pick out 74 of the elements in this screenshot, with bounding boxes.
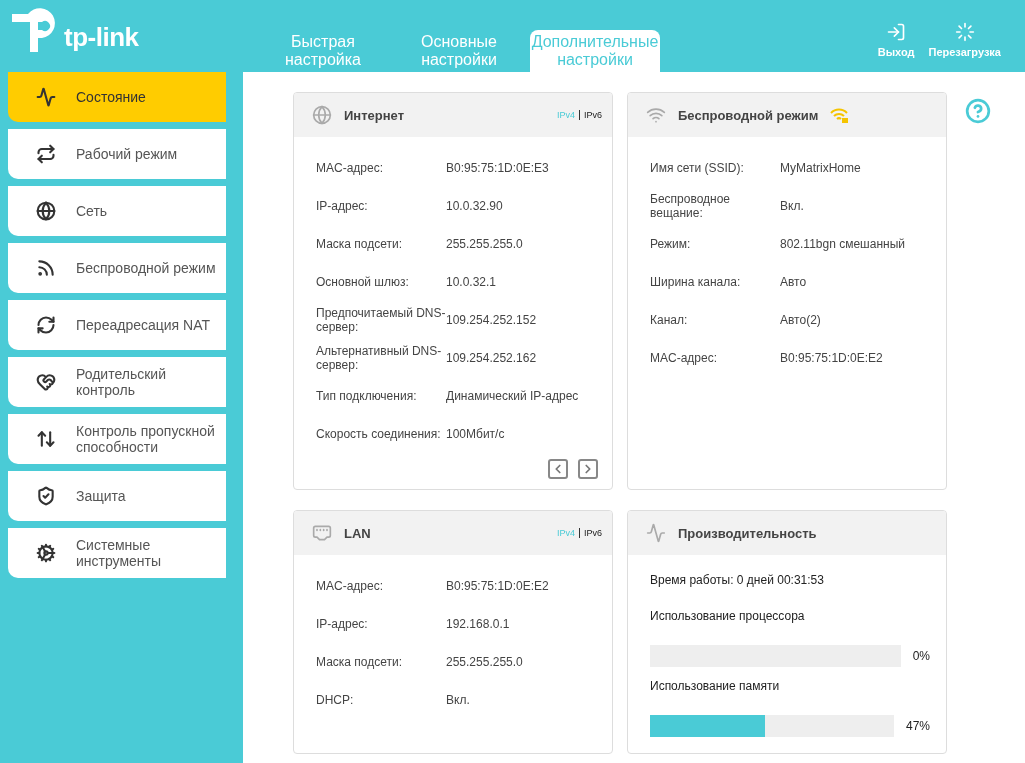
shield-check-icon <box>36 486 56 506</box>
field-value: 255.255.255.0 <box>446 237 523 251</box>
field-value: Вкл. <box>780 199 804 213</box>
ip-version-link[interactable]: IPv6 <box>584 528 602 538</box>
field-value: 100Мбит/с <box>446 427 505 441</box>
card-title: Беспроводной режим <box>678 107 819 123</box>
next-button[interactable] <box>578 459 598 479</box>
field-label: Ширина канала: <box>650 275 742 289</box>
field-label: Имя сети (SSID): <box>650 161 745 175</box>
field-value: 192.168.0.1 <box>446 617 510 631</box>
usage-reading: 0% <box>912 649 930 663</box>
field-value: B0:95:75:1D:0E:E3 <box>446 161 549 175</box>
field-label: DHCP: <box>316 693 355 707</box>
port-icon <box>312 523 332 543</box>
usage-reading: 47% <box>905 719 930 733</box>
field-label: IP-адрес: <box>316 617 369 631</box>
field-value: 255.255.255.0 <box>446 655 523 669</box>
field-label: IP-адрес: <box>316 199 369 213</box>
arrows-up-down-icon <box>36 429 56 449</box>
ip-version-link[interactable]: IPv6 <box>584 110 602 120</box>
field-label: Канал: <box>650 313 689 327</box>
logo-text: tp-link <box>64 22 139 53</box>
field-label: Альтернативный DNS-сервер: <box>316 344 443 372</box>
field-value: 10.0.32.90 <box>446 199 503 213</box>
sidebar-item[interactable]: Родительский контроль <box>8 357 226 407</box>
exit-icon <box>886 22 907 42</box>
field-label: Маска подсети: <box>316 237 404 251</box>
sidebar-item[interactable]: Беспроводной режим <box>8 243 226 293</box>
card-title: Производительность <box>678 525 817 541</box>
sidebar-item[interactable]: Переадресация NAT <box>8 300 226 350</box>
field-label: Беспроводное вещание: <box>650 192 732 220</box>
sidebar-item[interactable]: Сеть <box>8 186 226 236</box>
field-label: Предпочитаемый DNS-сервер: <box>316 306 446 334</box>
meter-label: Использование процессора <box>650 609 806 623</box>
globe-icon <box>36 201 56 221</box>
sidebar-item[interactable]: Состояние <box>8 72 226 122</box>
field-value: Авто(2) <box>780 313 821 327</box>
field-value: B0:95:75:1D:0E:E2 <box>780 351 883 365</box>
spinner-icon <box>954 22 975 42</box>
field-label: MAC-адрес: <box>316 161 385 175</box>
field-label: Основной шлюз: <box>316 275 410 289</box>
wifi-signal-icon <box>646 105 666 125</box>
meter-label: Использование памяти <box>650 679 781 693</box>
arrows-loop-icon <box>36 144 56 164</box>
field-value: Авто <box>780 275 807 289</box>
pulse-icon <box>36 87 56 107</box>
field-value: MyMatrixHome <box>780 161 861 175</box>
field-label: Тип подключения: <box>316 389 418 403</box>
refresh-icon <box>36 315 56 335</box>
signal-icon <box>36 258 56 278</box>
field-label: Скорость соединения: <box>316 427 442 441</box>
uptime-text: Время работы: 0 дней 00:31:53 <box>650 573 825 587</box>
sidebar-item[interactable]: Рабочий режим <box>8 129 226 179</box>
field-label: Маска подсети: <box>316 655 404 669</box>
sidebar-item[interactable]: Контроль пропускной способности <box>8 414 226 464</box>
sidebar-item[interactable]: Защита <box>8 471 226 521</box>
help-icon[interactable] <box>965 98 991 124</box>
sidebar-item[interactable]: Системные инструменты <box>8 528 226 578</box>
globe-icon <box>312 105 332 125</box>
field-label: MAC-адрес: <box>316 579 385 593</box>
card-title: LAN <box>344 525 371 541</box>
field-value: B0:95:75:1D:0E:E2 <box>446 579 549 593</box>
gear-icon <box>36 543 56 563</box>
card-title: Интернет <box>344 107 404 123</box>
pulse-icon <box>646 523 666 543</box>
previous-button[interactable] <box>548 459 568 479</box>
field-value: 802.11bgn смешанный <box>780 237 905 251</box>
field-label: Режим: <box>650 237 692 251</box>
field-value: 109.254.252.162 <box>446 351 537 365</box>
field-value: Вкл. <box>446 693 470 707</box>
field-value: Динамический IP-адрес <box>446 389 579 403</box>
field-label: MAC-адрес: <box>650 351 719 365</box>
field-value: 109.254.252.152 <box>446 313 537 327</box>
field-value: 10.0.32.1 <box>446 275 497 289</box>
